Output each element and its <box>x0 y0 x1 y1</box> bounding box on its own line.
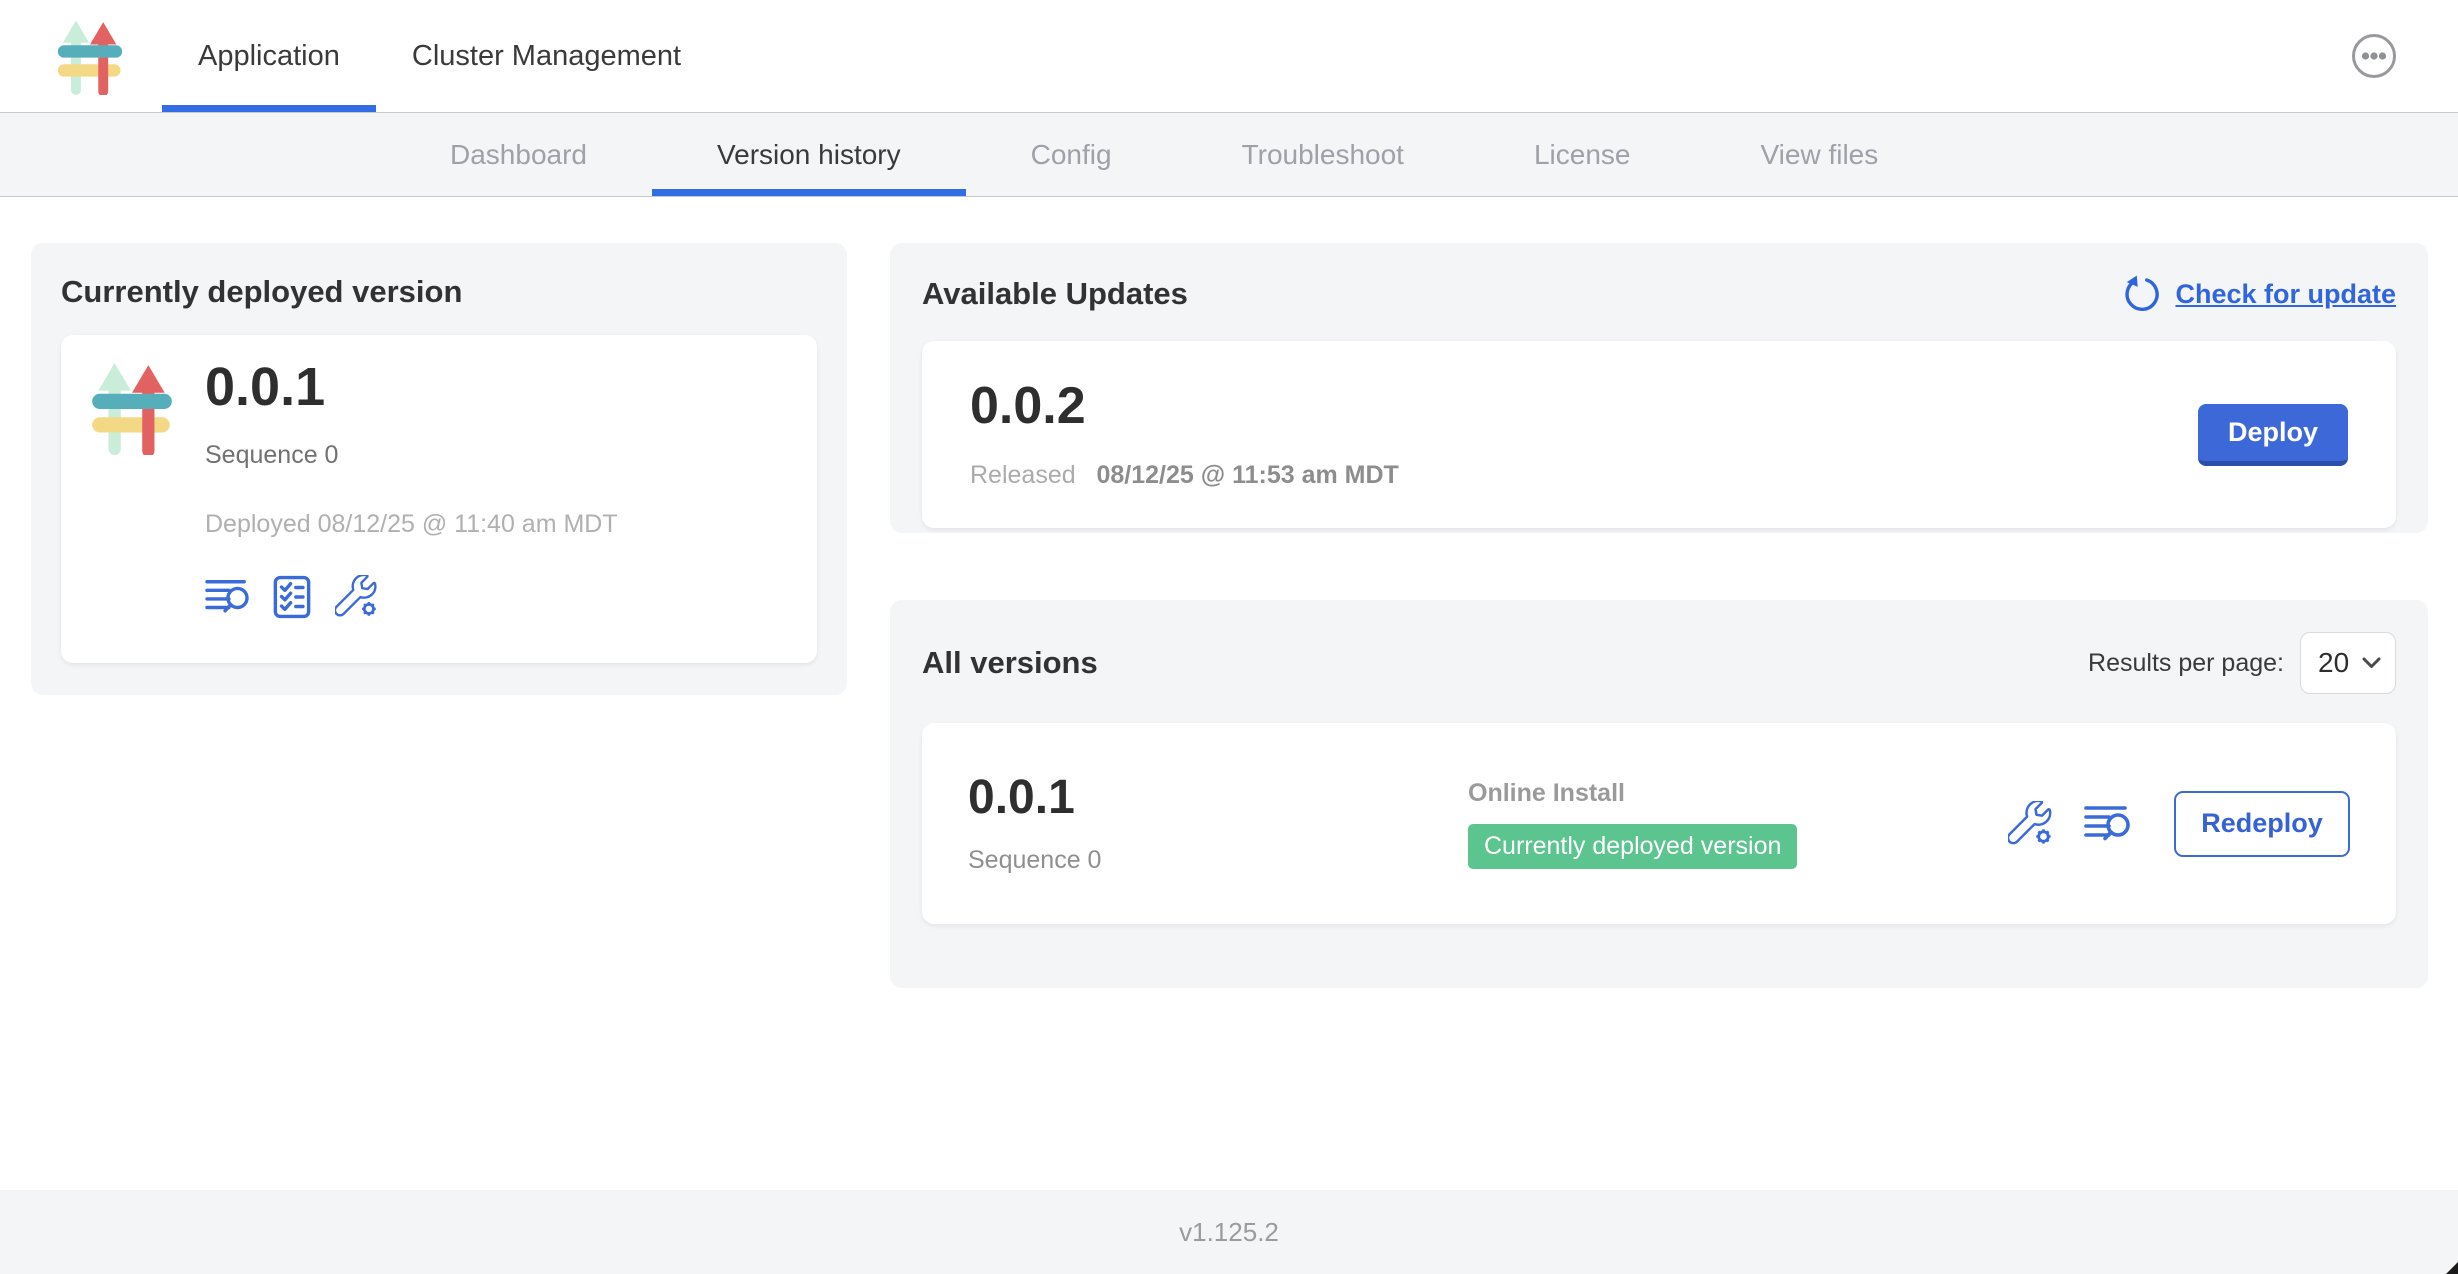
tab-cluster-management-label: Cluster Management <box>412 40 681 73</box>
console-version: v1.125.2 <box>1179 1217 1279 1248</box>
app-sub-nav: Dashboard Version history Config Trouble… <box>0 113 2458 197</box>
tab-config[interactable]: Config <box>966 113 1177 196</box>
screen-corner-artifact <box>2446 1262 2458 1274</box>
ellipsis-menu-button[interactable] <box>2350 32 2398 80</box>
ellipsis-menu-icon <box>2350 32 2398 80</box>
logs-icon[interactable] <box>205 575 249 619</box>
tab-application[interactable]: Application <box>162 0 376 112</box>
tab-cluster-management[interactable]: Cluster Management <box>376 0 717 112</box>
released-label: Released <box>970 461 1076 489</box>
tab-version-history-label: Version history <box>717 139 901 171</box>
tab-troubleshoot[interactable]: Troubleshoot <box>1177 113 1469 196</box>
check-for-update-label: Check for update <box>2175 279 2396 310</box>
released-timestamp: 08/12/25 @ 11:53 am MDT <box>1097 461 1399 489</box>
tab-view-files[interactable]: View files <box>1695 113 1943 196</box>
tab-license-label: License <box>1534 139 1631 171</box>
version-row-status: Online Install Currently deployed versio… <box>1468 779 2008 869</box>
deployed-actions <box>205 575 618 619</box>
tab-version-history[interactable]: Version history <box>652 113 966 196</box>
config-icon[interactable] <box>335 575 379 619</box>
right-column: Available Updates Check for update 0.0.2… <box>890 243 2428 1190</box>
version-row-actions: Redeploy <box>2008 791 2350 857</box>
tab-config-label: Config <box>1031 139 1112 171</box>
deployed-version-info: 0.0.1 Sequence 0 Deployed 08/12/25 @ 11:… <box>205 359 618 639</box>
version-row: 0.0.1 Sequence 0 Online Install Currentl… <box>922 723 2396 924</box>
redeploy-button[interactable]: Redeploy <box>2174 791 2350 857</box>
tab-dashboard[interactable]: Dashboard <box>385 113 652 196</box>
top-nav: Application Cluster Management <box>0 0 2458 113</box>
all-versions-card: All versions Results per page: 20 0.0.1 … <box>890 600 2428 988</box>
top-nav-spacer <box>717 0 2350 112</box>
results-per-page-label: Results per page: <box>2088 649 2284 678</box>
deployed-sequence: Sequence 0 <box>205 441 618 470</box>
chevron-down-icon <box>2362 657 2381 669</box>
available-updates-card: Available Updates Check for update 0.0.2… <box>890 243 2428 533</box>
all-versions-title: All versions <box>922 646 1098 680</box>
tab-dashboard-label: Dashboard <box>450 139 587 171</box>
available-updates-title: Available Updates <box>922 277 1188 311</box>
deployed-timestamp: Deployed 08/12/25 @ 11:40 am MDT <box>205 510 618 539</box>
currently-deployed-title: Currently deployed version <box>61 275 817 309</box>
available-update-row: 0.0.2 Released 08/12/25 @ 11:53 am MDT D… <box>922 341 2396 528</box>
update-info: 0.0.2 Released 08/12/25 @ 11:53 am MDT <box>970 379 1399 490</box>
currently-deployed-card: Currently deployed version 0.0.1 Sequenc… <box>31 243 847 695</box>
results-per-page-value: 20 <box>2318 647 2349 679</box>
deployed-version-number: 0.0.1 <box>205 359 618 415</box>
footer: v1.125.2 <box>0 1190 2458 1274</box>
tab-license[interactable]: License <box>1469 113 1696 196</box>
deployed-version-panel: 0.0.1 Sequence 0 Deployed 08/12/25 @ 11:… <box>61 335 817 663</box>
results-per-page: Results per page: 20 <box>2088 632 2396 694</box>
tab-troubleshoot-label: Troubleshoot <box>1242 139 1404 171</box>
logs-icon[interactable] <box>2084 803 2130 845</box>
refresh-icon <box>2123 275 2161 313</box>
preflight-checks-icon[interactable] <box>273 575 311 619</box>
app-logo-icon <box>91 359 173 639</box>
row-sequence: Sequence 0 <box>968 846 1468 875</box>
results-per-page-select[interactable]: 20 <box>2300 632 2396 694</box>
version-row-info: 0.0.1 Sequence 0 <box>968 772 1468 875</box>
tab-view-files-label: View files <box>1760 139 1878 171</box>
tab-application-label: Application <box>198 40 340 73</box>
deploy-button[interactable]: Deploy <box>2198 404 2348 466</box>
update-released-line: Released 08/12/25 @ 11:53 am MDT <box>970 461 1399 490</box>
update-version-number: 0.0.2 <box>970 379 1399 433</box>
config-icon[interactable] <box>2008 801 2054 847</box>
status-badge: Currently deployed version <box>1468 824 1797 869</box>
row-version-number: 0.0.1 <box>968 772 1468 824</box>
main-content: Currently deployed version 0.0.1 Sequenc… <box>0 197 2458 1190</box>
install-type-label: Online Install <box>1468 779 2008 808</box>
app-logo-icon <box>57 17 123 95</box>
check-for-update-link[interactable]: Check for update <box>2123 275 2396 313</box>
